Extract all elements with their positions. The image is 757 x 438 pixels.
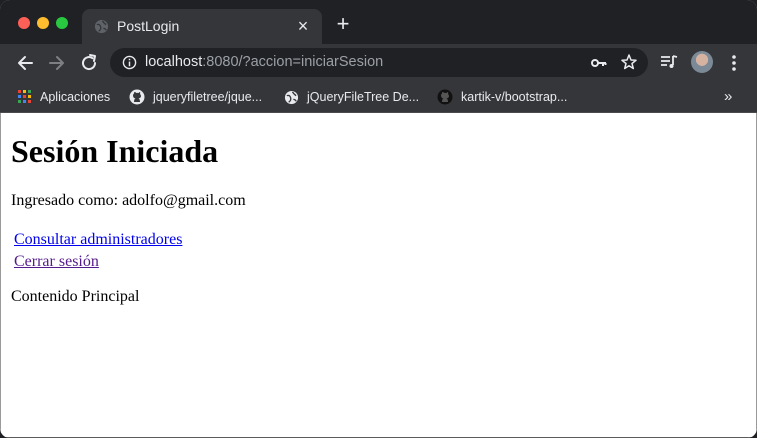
bookmark-kartik-bootstrap[interactable]: kartik-v/bootstrap...	[437, 82, 567, 112]
bookmark-label: jQueryFileTree De...	[307, 90, 420, 104]
consultar-administradores-link[interactable]: Consultar administradores	[14, 229, 182, 251]
tab-strip: PostLogin × +	[0, 0, 757, 44]
bookmark-jqueryfiletree[interactable]: jqueryfiletree/jque...	[129, 82, 262, 112]
tab-title: PostLogin	[117, 18, 180, 34]
address-bar[interactable]: localhost:8080/?accion=iniciarSesion	[110, 48, 648, 77]
star-icon[interactable]	[620, 53, 638, 71]
forward-icon[interactable]	[46, 52, 68, 74]
close-tab-icon[interactable]: ×	[294, 17, 312, 35]
close-window-button[interactable]	[18, 17, 30, 29]
bookmarks-bar: Aplicaciones jqueryfiletree/jque... jQue…	[0, 82, 757, 113]
bookmark-label: Aplicaciones	[40, 90, 111, 104]
info-icon[interactable]	[122, 55, 137, 70]
cerrar-sesion-link[interactable]: Cerrar sesión	[14, 251, 182, 273]
media-control-icon[interactable]	[660, 54, 678, 70]
minimize-window-button[interactable]	[37, 17, 49, 29]
page-content: Sesión Iniciada Ingresado como: adolfo@g…	[0, 113, 757, 437]
main-content-text: Contenido Principal	[11, 288, 140, 305]
url-text[interactable]: localhost:8080/?accion=iniciarSesion	[145, 54, 383, 70]
logged-in-text: Ingresado como: adolfo@gmail.com	[11, 192, 246, 209]
avatar[interactable]	[691, 51, 713, 73]
key-icon[interactable]	[590, 54, 608, 72]
globe-icon	[94, 19, 109, 34]
bookmark-label: kartik-v/bootstrap...	[461, 90, 568, 104]
browser-window: PostLogin × + localhost:8080/?accion=ini…	[0, 0, 757, 438]
reload-icon[interactable]	[78, 52, 100, 74]
bookmark-jqueryfiletree-demo[interactable]: jQueryFileTree De...	[284, 82, 419, 112]
new-tab-button[interactable]: +	[334, 13, 352, 35]
github-icon	[437, 89, 453, 105]
bookmark-aplicaciones[interactable]: Aplicaciones	[18, 82, 110, 112]
globe-icon	[284, 90, 299, 104]
maximize-window-button[interactable]	[56, 17, 68, 29]
apps-grid-icon	[18, 90, 31, 103]
back-icon[interactable]	[14, 52, 36, 74]
github-icon	[129, 89, 145, 105]
bookmark-label: jqueryfiletree/jque...	[153, 90, 263, 104]
more-bookmarks-icon[interactable]: »	[724, 88, 732, 105]
tab-postlogin[interactable]: PostLogin ×	[82, 9, 322, 44]
links-list: Consultar administradores Cerrar sesión	[14, 229, 182, 273]
kebab-menu-icon[interactable]	[727, 53, 741, 73]
toolbar: localhost:8080/?accion=iniciarSesion	[0, 44, 757, 82]
page-title: Sesión Iniciada	[11, 133, 219, 169]
